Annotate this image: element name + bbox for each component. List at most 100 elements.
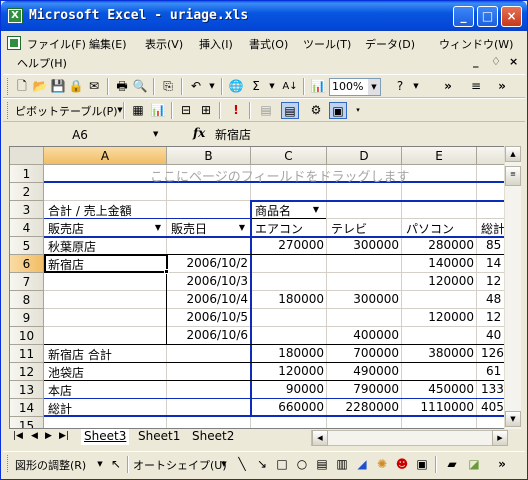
date-field-dropdown-icon[interactable]: ▼: [235, 221, 249, 234]
pivot-value-cell[interactable]: 140000: [401, 256, 476, 270]
row-header-10[interactable]: 10: [10, 327, 44, 345]
row-header-15[interactable]: 15: [10, 417, 44, 428]
title-bar[interactable]: X Microsoft Excel - uriage.xls _ □ ×: [1, 1, 527, 31]
pivot-value-cell[interactable]: 490000: [326, 364, 401, 378]
toolbar-grip[interactable]: [7, 78, 10, 95]
sheet-tab-sheet2[interactable]: Sheet2: [189, 429, 237, 445]
pivot-total-cell[interactable]: 40: [484, 328, 503, 342]
scroll-down-icon[interactable]: ▼: [505, 411, 521, 427]
menu-window[interactable]: ウィンドウ(W): [439, 36, 513, 52]
mdi-minimize-button[interactable]: _: [473, 55, 479, 68]
help-dropdown-icon[interactable]: ▼: [407, 78, 425, 95]
menu-data[interactable]: データ(D): [365, 36, 415, 52]
picture-icon[interactable]: ▣: [413, 456, 431, 473]
draw-adjust-menu[interactable]: 図形の調整(R): [15, 457, 86, 473]
pivot-total-cell[interactable]: 133: [479, 382, 506, 396]
field-settings-icon[interactable]: ⚙: [307, 102, 325, 119]
wordart-icon[interactable]: ◢: [353, 456, 371, 473]
shadow-icon[interactable]: ▰: [443, 456, 461, 473]
horizontal-scrollbar[interactable]: ◀ ▶: [311, 430, 508, 446]
autosum-dropdown-icon[interactable]: ▼: [263, 78, 281, 95]
pivot-subtotal-label[interactable]: 新宿店 合計: [46, 346, 114, 363]
pivot-dropdown-icon[interactable]: ▼: [111, 102, 129, 119]
row-header-3[interactable]: 3: [10, 201, 44, 219]
vertical-textbox-icon[interactable]: ▥: [333, 456, 351, 473]
scroll-left-icon[interactable]: ◀: [312, 430, 328, 446]
pivot-data-field[interactable]: 合計 / 売上金額: [46, 202, 164, 219]
toolbar-dropdown-icon[interactable]: ▾: [349, 102, 367, 119]
show-detail-icon[interactable]: ⊞: [197, 102, 215, 119]
pivot-row-field-store[interactable]: 販売店: [46, 220, 86, 237]
store-field-dropdown-icon[interactable]: ▼: [151, 221, 165, 234]
row-header-11[interactable]: 11: [10, 345, 44, 363]
arrow-icon[interactable]: ↘: [253, 456, 271, 473]
last-sheet-icon[interactable]: ▶|: [59, 431, 69, 441]
copy-icon[interactable]: ⎘: [159, 78, 177, 95]
permission-icon[interactable]: 🔒: [67, 78, 85, 95]
hyperlink-icon[interactable]: 🌐: [227, 78, 245, 95]
zoom-combo[interactable]: 100% ▼: [329, 78, 381, 96]
pivot-row-field-date[interactable]: 販売日: [169, 220, 209, 237]
pivot-store-cell[interactable]: 秋葉原店: [46, 238, 98, 255]
pivot-total-cell[interactable]: 48: [484, 292, 503, 306]
pivot-value-cell[interactable]: 120000: [401, 310, 476, 324]
print-icon[interactable]: 🖶: [113, 78, 131, 95]
column-header-d[interactable]: D: [327, 147, 402, 165]
pivot-value-cell[interactable]: 790000: [326, 382, 401, 396]
first-sheet-icon[interactable]: |◀: [13, 431, 23, 441]
refresh-data-icon[interactable]: !: [227, 102, 245, 119]
autoshape-dropdown-icon[interactable]: ▼: [215, 456, 233, 473]
menu-insert[interactable]: 挿入(I): [199, 36, 233, 52]
menu-edit[interactable]: 編集(E): [89, 36, 127, 52]
scroll-thumb[interactable]: ≡: [505, 166, 521, 186]
menu-format[interactable]: 書式(O): [249, 36, 288, 52]
include-hidden-icon[interactable]: ▤: [257, 102, 275, 119]
toolbar-grip[interactable]: [7, 102, 10, 119]
pivot-total-cell[interactable]: 405: [479, 400, 506, 414]
column-header-e[interactable]: E: [402, 147, 477, 165]
toolbar-options-icon[interactable]: »: [439, 78, 457, 95]
close-button[interactable]: ×: [501, 6, 522, 27]
row-header-12[interactable]: 12: [10, 363, 44, 381]
pivot-value-cell[interactable]: 300000: [326, 238, 401, 252]
pivot-total-cell[interactable]: 85: [484, 238, 503, 252]
pivot-total-cell[interactable]: 14: [484, 256, 503, 270]
menu-view[interactable]: 表示(V): [145, 36, 183, 52]
toolbar-options-icon[interactable]: »: [493, 456, 511, 473]
excel-app-icon[interactable]: X: [7, 8, 23, 24]
select-objects-icon[interactable]: ↖: [107, 456, 125, 473]
row-header-9[interactable]: 9: [10, 309, 44, 327]
worksheet-grid[interactable]: A B C D E 1 2 3 4 5 6 7 8 9 10 11 12 13 …: [9, 146, 521, 429]
pivot-value-cell[interactable]: 120000: [251, 364, 326, 378]
format-report-icon[interactable]: ▦: [129, 102, 147, 119]
row-header-4[interactable]: 4: [10, 219, 44, 237]
pivot-value-cell[interactable]: 450000: [401, 382, 476, 396]
chart-wizard-icon[interactable]: 📊: [309, 78, 327, 95]
pivot-chart-icon[interactable]: 📊: [149, 102, 167, 119]
row-header-1[interactable]: 1: [10, 165, 44, 183]
scroll-up-icon[interactable]: ▲: [505, 146, 521, 162]
3d-style-icon[interactable]: ◪: [465, 456, 483, 473]
pivot-date-cell[interactable]: 2006/10/5: [167, 310, 250, 324]
row-header-6[interactable]: 6: [10, 255, 44, 273]
pivot-value-cell[interactable]: 700000: [326, 346, 401, 360]
field-list-icon[interactable]: ▣: [329, 102, 347, 119]
mdi-restore-button[interactable]: ♢: [491, 55, 501, 68]
pivot-value-cell[interactable]: 2280000: [326, 400, 401, 414]
row-header-5[interactable]: 5: [10, 237, 44, 255]
menu-tools[interactable]: ツール(T): [303, 36, 351, 52]
pivot-store-cell[interactable]: 本店: [46, 382, 74, 399]
row-header-2[interactable]: 2: [10, 183, 44, 201]
chevron-down-icon[interactable]: ▼: [368, 79, 380, 95]
pivot-value-cell[interactable]: 400000: [326, 328, 401, 342]
pivot-date-cell[interactable]: 2006/10/2: [167, 256, 250, 270]
next-sheet-icon[interactable]: ▶: [45, 431, 52, 441]
print-preview-icon[interactable]: 🔍: [131, 78, 149, 95]
line-icon[interactable]: ╲: [233, 456, 251, 473]
oval-icon[interactable]: ○: [293, 456, 311, 473]
pivot-value-cell[interactable]: 300000: [326, 292, 401, 306]
column-header-b[interactable]: B: [167, 147, 251, 165]
row-header-7[interactable]: 7: [10, 273, 44, 291]
insert-function-icon[interactable]: fx: [193, 126, 205, 140]
formula-input[interactable]: 新宿店: [215, 126, 251, 143]
